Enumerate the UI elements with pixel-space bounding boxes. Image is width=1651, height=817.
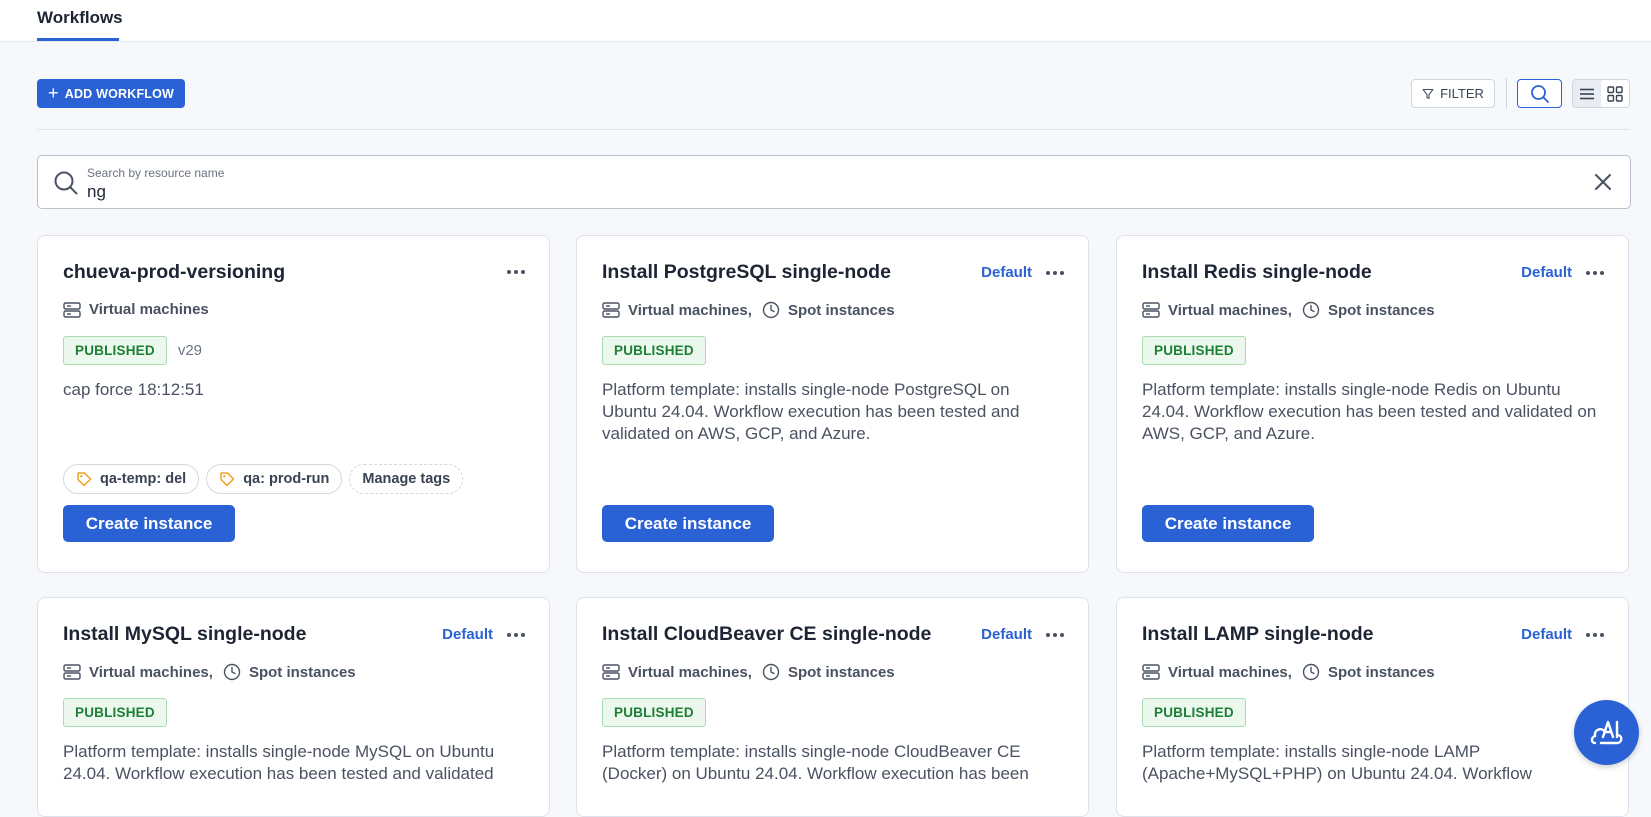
server-icon bbox=[602, 302, 620, 318]
resource-type: Spot instances bbox=[787, 663, 895, 681]
tag-label: qa: prod-run bbox=[243, 471, 330, 487]
clock-icon bbox=[1302, 663, 1320, 681]
default-label: Default bbox=[981, 626, 1032, 643]
tag-icon bbox=[220, 472, 235, 487]
workflow-card[interactable]: Install Redis single-node Default Virtua… bbox=[1116, 235, 1629, 573]
status-badge: PUBLISHED bbox=[63, 698, 167, 727]
workflow-card[interactable]: Install LAMP single-node Default Virtual… bbox=[1116, 597, 1629, 817]
workflow-title[interactable]: Install CloudBeaver CE single-node bbox=[602, 623, 931, 646]
add-workflow-button[interactable]: + ADD WORKFLOW bbox=[37, 79, 185, 108]
workflow-description: Platform template: installs single-node … bbox=[1142, 380, 1597, 443]
search-input[interactable]: ng bbox=[87, 182, 106, 202]
server-icon bbox=[1142, 302, 1160, 318]
default-label: Default bbox=[981, 264, 1032, 281]
workflow-card[interactable]: Install CloudBeaver CE single-node Defau… bbox=[576, 597, 1089, 817]
workflow-description: Platform template: installs single-node … bbox=[602, 742, 1029, 783]
version-label: v29 bbox=[177, 342, 202, 359]
active-tab-indicator bbox=[37, 38, 119, 41]
resource-type: Spot instances bbox=[1327, 301, 1435, 319]
workflow-description: cap force 18:12:51 bbox=[63, 380, 204, 399]
status-badge: PUBLISHED bbox=[1142, 698, 1246, 727]
status-badge: PUBLISHED bbox=[602, 698, 706, 727]
tag-label: qa-temp: del bbox=[100, 471, 187, 487]
clock-icon bbox=[762, 301, 780, 319]
default-label: Default bbox=[1521, 264, 1572, 281]
tag-chip[interactable]: qa-temp: del bbox=[63, 464, 200, 494]
workflow-description: Platform template: installs single-node … bbox=[63, 742, 495, 783]
clock-icon bbox=[762, 663, 780, 681]
top-bar: Workflows bbox=[0, 0, 1651, 42]
create-instance-button[interactable]: Create instance bbox=[602, 505, 774, 542]
workflow-description: Platform template: installs single-node … bbox=[602, 380, 1020, 443]
list-view-icon bbox=[1580, 88, 1594, 99]
create-instance-button[interactable]: Create instance bbox=[1142, 505, 1314, 542]
server-icon bbox=[602, 664, 620, 680]
grid-view-button[interactable] bbox=[1601, 80, 1629, 107]
resource-type: Spot instances bbox=[787, 301, 895, 319]
status-badge: PUBLISHED bbox=[1142, 336, 1246, 365]
resource-type: Virtual machines bbox=[89, 301, 209, 318]
toolbar-divider bbox=[1506, 78, 1507, 109]
more-options-icon[interactable] bbox=[507, 627, 525, 643]
tab-workflows[interactable]: Workflows bbox=[37, 8, 123, 28]
workflow-card[interactable]: Install PostgreSQL single-node Default V… bbox=[576, 235, 1089, 573]
workflow-description: Platform template: installs single-node … bbox=[1142, 742, 1532, 783]
plus-icon: + bbox=[48, 82, 59, 103]
filter-label: FILTER bbox=[1440, 86, 1484, 101]
resource-type: Spot instances bbox=[1327, 663, 1435, 681]
clock-icon bbox=[223, 663, 241, 681]
filter-icon bbox=[1422, 88, 1434, 99]
status-badge: PUBLISHED bbox=[602, 336, 706, 365]
clear-search-icon[interactable] bbox=[1593, 172, 1613, 192]
more-options-icon[interactable] bbox=[1046, 265, 1064, 281]
manage-tags-button[interactable]: Manage tags bbox=[349, 464, 464, 494]
search-icon bbox=[54, 171, 78, 195]
workflow-title[interactable]: Install MySQL single-node bbox=[63, 623, 306, 646]
search-label: Search by resource name bbox=[87, 166, 225, 180]
search-field[interactable]: Search by resource name ng bbox=[37, 155, 1631, 209]
default-label: Default bbox=[1521, 626, 1572, 643]
create-instance-button[interactable]: Create instance bbox=[63, 505, 235, 542]
tag-icon bbox=[77, 472, 92, 487]
ai-assistant-icon bbox=[1590, 720, 1622, 744]
more-options-icon[interactable] bbox=[1586, 627, 1604, 643]
workflow-title[interactable]: Install Redis single-node bbox=[1142, 261, 1372, 284]
workflow-title[interactable]: Install PostgreSQL single-node bbox=[602, 261, 891, 284]
resource-type: Virtual machines, bbox=[628, 301, 752, 319]
server-icon bbox=[63, 664, 81, 680]
default-label: Default bbox=[442, 626, 493, 643]
resource-type: Spot instances bbox=[248, 663, 356, 681]
workflow-card[interactable]: Install MySQL single-node Default Virtua… bbox=[37, 597, 550, 817]
search-icon bbox=[1530, 84, 1549, 103]
list-view-button[interactable] bbox=[1573, 80, 1601, 107]
more-options-icon[interactable] bbox=[507, 264, 525, 280]
workflow-card[interactable]: chueva-prod-versioning Virtual machines … bbox=[37, 235, 550, 573]
tag-chip[interactable]: qa: prod-run bbox=[206, 464, 343, 494]
more-options-icon[interactable] bbox=[1046, 627, 1064, 643]
search-toggle-button[interactable] bbox=[1517, 79, 1562, 108]
resource-type: Virtual machines, bbox=[89, 663, 213, 681]
workflow-title[interactable]: Install LAMP single-node bbox=[1142, 623, 1374, 646]
more-options-icon[interactable] bbox=[1586, 265, 1604, 281]
add-workflow-label: ADD WORKFLOW bbox=[64, 86, 175, 101]
view-mode-toggle bbox=[1572, 79, 1630, 108]
resource-type: Virtual machines, bbox=[1168, 301, 1292, 319]
filter-button[interactable]: FILTER bbox=[1411, 79, 1495, 108]
resource-type: Virtual machines, bbox=[1168, 663, 1292, 681]
clock-icon bbox=[1302, 301, 1320, 319]
grid-view-icon bbox=[1607, 85, 1623, 102]
server-icon bbox=[1142, 664, 1160, 680]
server-icon bbox=[63, 301, 81, 318]
ai-assistant-button[interactable] bbox=[1574, 700, 1639, 765]
workflow-title[interactable]: chueva-prod-versioning bbox=[63, 261, 285, 284]
status-badge: PUBLISHED bbox=[63, 336, 167, 365]
toolbar-divider-line bbox=[37, 129, 1630, 130]
resource-type: Virtual machines, bbox=[628, 663, 752, 681]
